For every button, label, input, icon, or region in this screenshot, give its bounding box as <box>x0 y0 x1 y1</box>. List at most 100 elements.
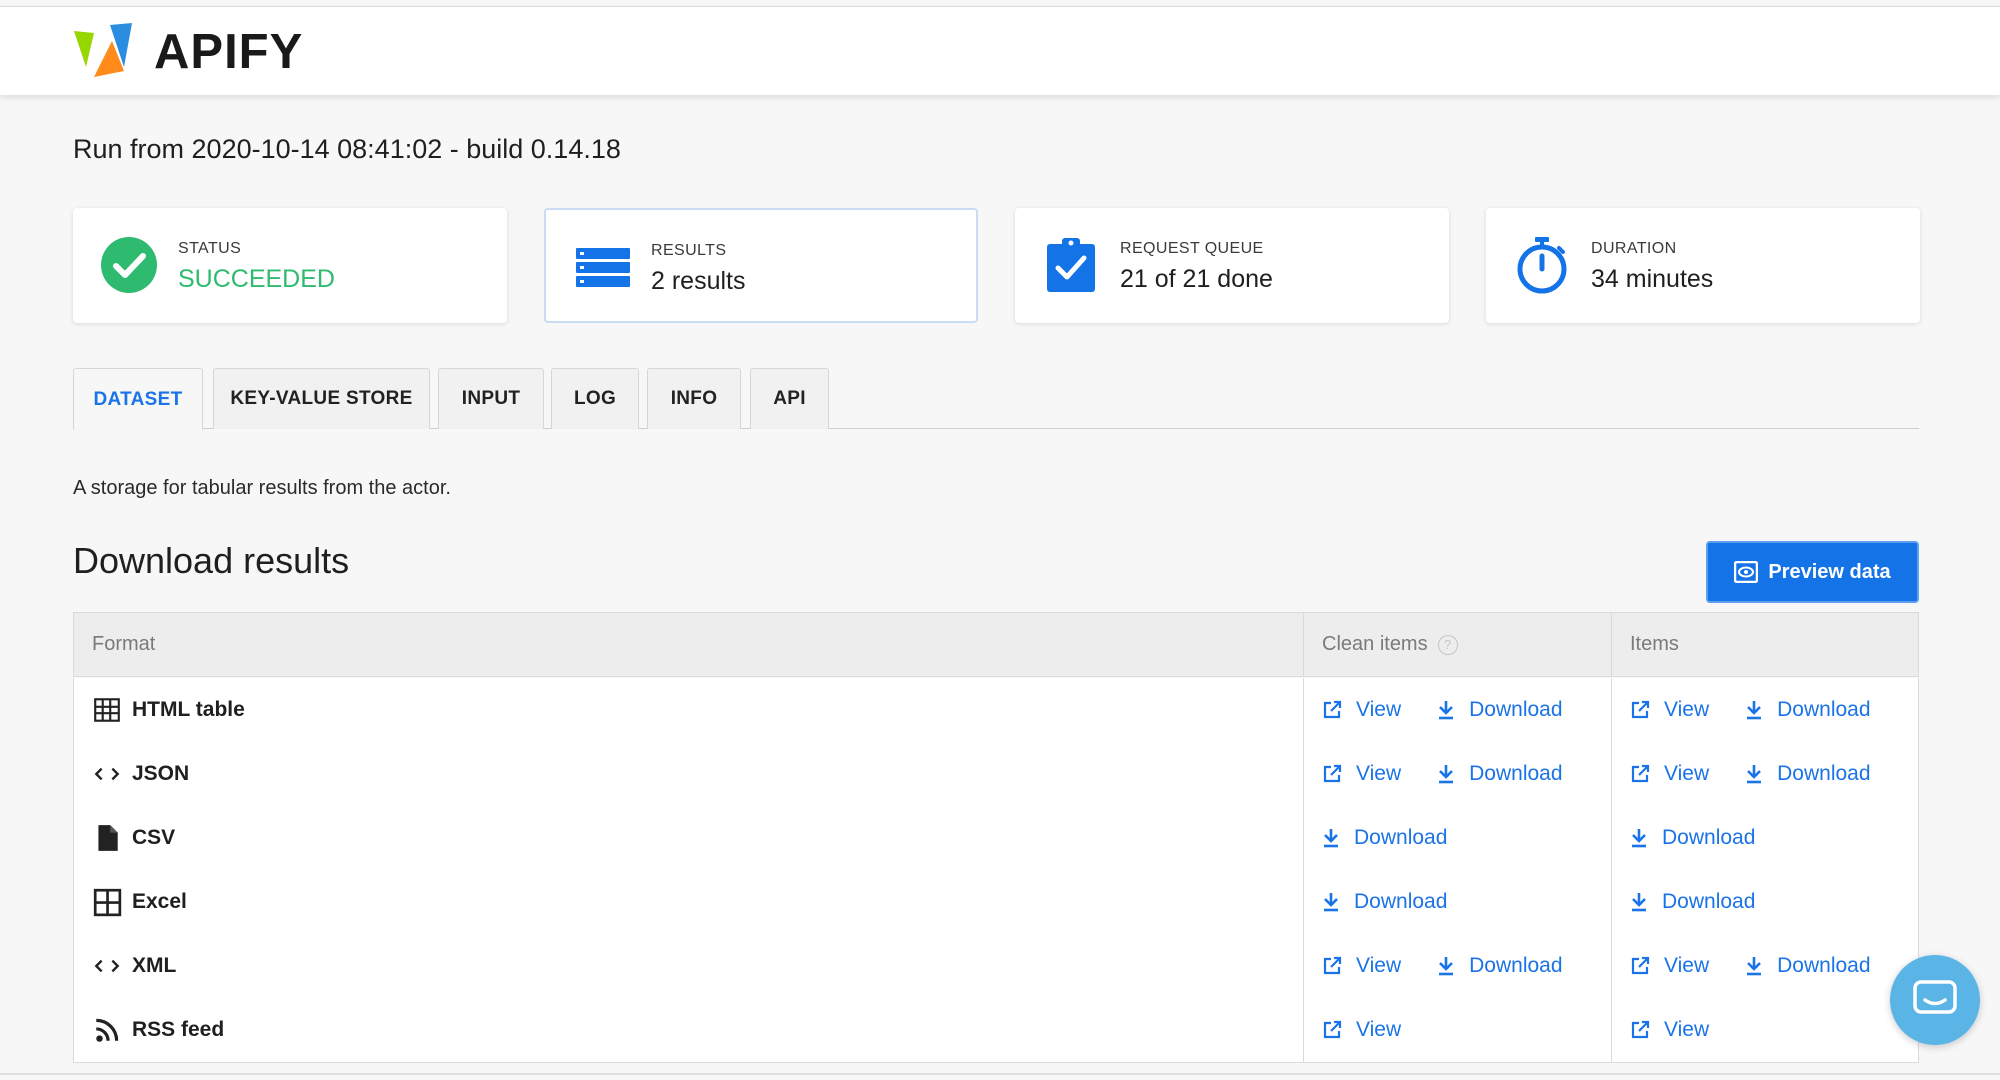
download-link[interactable]: Download <box>1437 954 1563 978</box>
format-column-header: Format <box>92 633 156 655</box>
download-link[interactable]: Download <box>1745 954 1871 978</box>
open-external-icon <box>1631 764 1650 783</box>
request-queue-card[interactable]: REQUEST QUEUE 21 of 21 done <box>1015 208 1449 323</box>
view-link[interactable]: View <box>1322 762 1401 786</box>
top-bar: APIFY <box>0 6 2000 95</box>
download-link-label: Download <box>1777 698 1871 721</box>
download-link-label: Download <box>1662 890 1756 913</box>
clean-items-actions: View Download <box>1303 678 1611 742</box>
preview-data-button[interactable]: Preview data <box>1706 541 1919 603</box>
tab-dataset[interactable]: DATASET <box>73 368 203 430</box>
clean-items-actions: Download <box>1303 870 1611 934</box>
view-link[interactable]: View <box>1630 1018 1709 1042</box>
tab-api[interactable]: API <box>750 368 829 429</box>
download-link[interactable]: Download <box>1745 698 1871 722</box>
table-row: RSS feed View View <box>73 998 1919 1063</box>
open-external-icon <box>1323 1020 1342 1039</box>
results-value: 2 results <box>651 267 746 295</box>
status-label: STATUS <box>178 240 242 257</box>
request-queue-value: 21 of 21 done <box>1120 265 1273 293</box>
download-link-label: Download <box>1469 954 1563 977</box>
items-actions: Download <box>1611 806 1920 870</box>
table-row: Excel Download Download <box>73 870 1919 935</box>
clipboard-check-icon <box>1047 238 1095 292</box>
download-icon <box>1439 701 1454 720</box>
table-row: CSV Download Download <box>73 806 1919 871</box>
items-actions: View Download <box>1611 678 1920 742</box>
results-card[interactable]: RESULTS 2 results <box>544 208 978 323</box>
download-icon <box>1324 829 1338 848</box>
download-icon <box>1324 893 1338 912</box>
format-name: XML <box>132 954 177 977</box>
run-tabs: DATASET KEY-VALUE STORE INPUT LOG INFO A… <box>73 368 1919 430</box>
view-link[interactable]: View <box>1630 698 1709 722</box>
download-icon <box>1632 829 1646 848</box>
download-link[interactable]: Download <box>1322 890 1447 914</box>
download-icon <box>1747 701 1762 720</box>
open-external-icon <box>1323 764 1342 783</box>
clean-items-actions: View Download <box>1303 742 1611 806</box>
download-link[interactable]: Download <box>1630 890 1755 914</box>
table-row: JSON View Download View Download <box>73 742 1919 807</box>
download-icon <box>1747 957 1762 976</box>
apify-logo[interactable]: APIFY <box>72 21 303 83</box>
download-link[interactable]: Download <box>1745 762 1871 786</box>
dataset-description: A storage for tabular results from the a… <box>73 477 451 499</box>
tab-key-value-store[interactable]: KEY-VALUE STORE <box>213 368 430 429</box>
view-link[interactable]: View <box>1322 954 1401 978</box>
clean-items-column-header: Clean items <box>1322 633 1428 655</box>
download-icon <box>1747 765 1762 784</box>
apify-logo-icon <box>74 23 132 77</box>
open-external-icon <box>1631 1020 1650 1039</box>
view-link[interactable]: View <box>1322 698 1401 722</box>
view-link-label: View <box>1356 762 1402 785</box>
items-actions: View Download <box>1611 742 1920 806</box>
download-icon <box>1439 765 1454 784</box>
table-header: Format Clean items ? Items <box>73 612 1919 677</box>
tab-log[interactable]: LOG <box>551 368 639 429</box>
items-actions: View <box>1611 998 1920 1062</box>
download-link[interactable]: Download <box>1322 826 1447 850</box>
table-grid-icon <box>94 698 120 722</box>
open-external-icon <box>1631 956 1650 975</box>
open-external-icon <box>1323 700 1342 719</box>
view-link-label: View <box>1356 1018 1402 1041</box>
view-link[interactable]: View <box>1630 762 1709 786</box>
view-link-label: View <box>1664 1018 1710 1041</box>
preview-icon <box>1734 561 1759 583</box>
rss-icon <box>96 1018 119 1042</box>
table-row: HTML table View Download View Download <box>73 678 1919 743</box>
status-card: STATUS SUCCEEDED <box>73 208 507 323</box>
view-link-label: View <box>1356 698 1402 721</box>
duration-label: DURATION <box>1591 240 1677 257</box>
check-circle-icon <box>101 237 157 293</box>
download-icon <box>1439 957 1454 976</box>
download-link[interactable]: Download <box>1437 698 1563 722</box>
brand-name: APIFY <box>154 25 304 79</box>
preview-data-label: Preview data <box>1768 560 1891 583</box>
format-name: RSS feed <box>132 1018 225 1041</box>
view-link[interactable]: View <box>1322 1018 1401 1042</box>
tab-input[interactable]: INPUT <box>438 368 544 429</box>
chat-button[interactable] <box>1890 955 1980 1045</box>
format-name: JSON <box>132 762 190 785</box>
download-link-label: Download <box>1354 826 1448 849</box>
view-link[interactable]: View <box>1630 954 1709 978</box>
items-actions: View Download <box>1611 934 1920 998</box>
download-link[interactable]: Download <box>1437 762 1563 786</box>
duration-value: 34 minutes <box>1591 265 1714 293</box>
download-link-label: Download <box>1777 954 1871 977</box>
code-brackets-icon <box>94 959 120 973</box>
download-link[interactable]: Download <box>1630 826 1755 850</box>
tab-info[interactable]: INFO <box>647 368 741 429</box>
run-title: Run from 2020-10-14 08:41:02 - build 0.1… <box>73 134 621 164</box>
duration-card: DURATION 34 minutes <box>1486 208 1920 323</box>
download-link-label: Download <box>1469 762 1563 785</box>
view-link-label: View <box>1664 698 1710 721</box>
help-icon[interactable]: ? <box>1437 634 1458 655</box>
format-name: Excel <box>132 890 187 913</box>
stopwatch-icon <box>1517 237 1567 294</box>
view-link-label: View <box>1356 954 1402 977</box>
clean-items-actions: Download <box>1303 806 1611 870</box>
request-queue-label: REQUEST QUEUE <box>1120 240 1264 257</box>
